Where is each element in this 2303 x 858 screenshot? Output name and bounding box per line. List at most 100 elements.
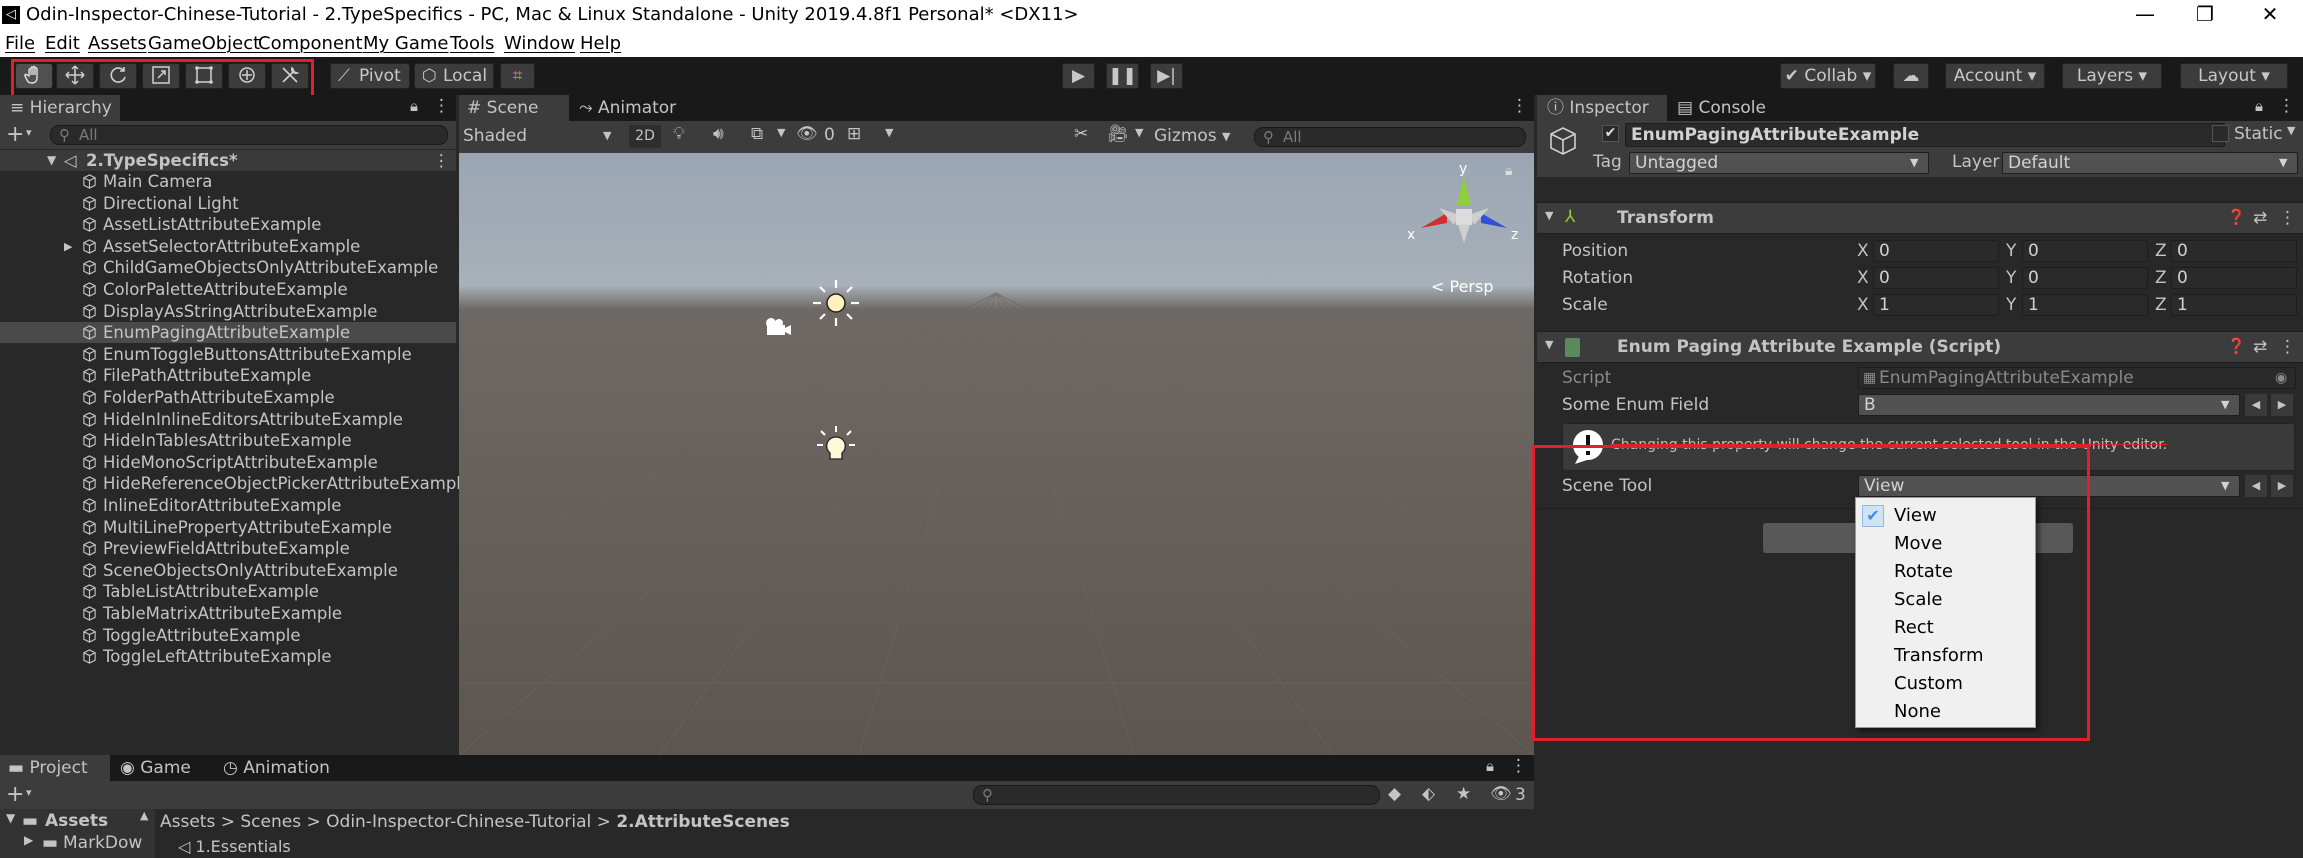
gizmos-dropdown[interactable]: Gizmos ▼ bbox=[1154, 125, 1234, 148]
foldout-arrow-icon[interactable]: ▼ bbox=[1545, 209, 1553, 222]
popup-menu-item[interactable]: Scale bbox=[1856, 586, 2035, 614]
object-picker-icon[interactable]: ◉ bbox=[2275, 368, 2287, 388]
pause-button[interactable]: ❚❚ bbox=[1106, 63, 1139, 89]
audio-icon[interactable]: 🔊︎ bbox=[713, 124, 724, 144]
hierarchy-item[interactable]: ToggleAttributeExample bbox=[0, 625, 456, 646]
breadcrumb-tutorial[interactable]: Odin-Inspector-Chinese-Tutorial bbox=[326, 812, 591, 832]
menu-my-game[interactable]: My Game bbox=[363, 33, 449, 54]
layer-dropdown[interactable]: Default ▼ bbox=[2002, 152, 2298, 174]
hierarchy-item[interactable]: EnumToggleButtonsAttributeExample bbox=[0, 344, 456, 365]
enum-field-dropdown[interactable]: B ▼ bbox=[1858, 394, 2240, 416]
tab-animator[interactable]: ⤳ Animator bbox=[571, 95, 701, 121]
breadcrumb-assets[interactable]: Assets bbox=[160, 812, 215, 832]
menu-assets[interactable]: Assets bbox=[88, 33, 147, 54]
breadcrumb-attribute-scenes[interactable]: 2.AttributeScenes bbox=[616, 812, 789, 832]
camera-gizmo-icon[interactable] bbox=[761, 315, 793, 339]
kebab-menu-icon[interactable]: ⋮ bbox=[433, 96, 450, 116]
markdown-folder-row[interactable]: ▶ ▬ MarkDow bbox=[0, 833, 155, 853]
hierarchy-item[interactable]: ToggleLeftAttributeExample bbox=[0, 646, 456, 667]
script-help-icon[interactable]: ❓ bbox=[2227, 337, 2246, 355]
script-component-menu-icon[interactable]: ⋮ bbox=[2279, 337, 2296, 357]
hierarchy-item[interactable]: AssetListAttributeExample bbox=[0, 214, 456, 235]
menu-file[interactable]: File bbox=[5, 33, 35, 54]
tab-scene[interactable]: # Scene bbox=[459, 95, 569, 121]
add-plus-icon[interactable]: + bbox=[6, 122, 24, 147]
orientation-gizmo[interactable]: y x z bbox=[1399, 161, 1529, 273]
grid-dropdown-icon[interactable]: ▼ bbox=[885, 126, 893, 139]
popup-menu-item[interactable]: Rotate bbox=[1856, 558, 2035, 586]
favorite-star-icon[interactable]: ★ bbox=[1456, 784, 1471, 804]
breadcrumb-scenes[interactable]: Scenes bbox=[240, 812, 301, 832]
hierarchy-item[interactable]: PreviewFieldAttributeExample bbox=[0, 538, 456, 559]
filter-type-icon[interactable]: ◆ bbox=[1388, 784, 1401, 804]
tab-game[interactable]: ◉ Game bbox=[112, 755, 207, 781]
hierarchy-item[interactable]: TableMatrixAttributeExample bbox=[0, 603, 456, 624]
tools-crossed-icon[interactable]: ✂ bbox=[1074, 124, 1088, 144]
hierarchy-item[interactable]: FilePathAttributeExample bbox=[0, 365, 456, 386]
markdown-expand-arrow[interactable]: ▶ bbox=[24, 833, 33, 847]
enum-next-button[interactable]: ▶ bbox=[2271, 394, 2293, 416]
hierarchy-item[interactable]: DisplayAsStringAttributeExample bbox=[0, 301, 456, 322]
popup-menu-item[interactable]: Custom bbox=[1856, 670, 2035, 698]
popup-menu-item[interactable]: Move bbox=[1856, 530, 2035, 558]
hierarchy-item[interactable]: ▶ AssetSelectorAttributeExample bbox=[0, 236, 456, 257]
tab-animation[interactable]: ◷ Animation bbox=[215, 755, 335, 781]
hierarchy-item[interactable]: Main Camera bbox=[0, 171, 456, 192]
account-dropdown[interactable]: Account ▾ bbox=[1945, 63, 2045, 89]
static-checkbox[interactable] bbox=[2212, 125, 2229, 142]
project-search-input[interactable]: ⚲ bbox=[973, 785, 1380, 805]
collab-dropdown[interactable]: ✔ Collab ▾ bbox=[1780, 63, 1876, 89]
transform-scale-y-field[interactable]: 1 bbox=[2022, 294, 2148, 316]
2d-toggle-button[interactable]: 2D bbox=[629, 125, 661, 148]
popup-menu-item[interactable]: None bbox=[1856, 698, 2035, 726]
directional-light-sun-icon[interactable] bbox=[811, 278, 861, 328]
tab-project[interactable]: ▬ Project bbox=[0, 755, 110, 781]
transform-position-y-field[interactable]: 0 bbox=[2022, 240, 2148, 262]
hierarchy-search-input[interactable]: ⚲ All bbox=[50, 125, 448, 145]
pivot-toggle-button[interactable]: ⟋ Pivot bbox=[330, 63, 410, 89]
transform-scale-z-field[interactable]: 1 bbox=[2171, 294, 2297, 316]
lighting-bulb-icon[interactable]: 💡︎ bbox=[673, 124, 685, 144]
rotate-tool-button[interactable] bbox=[99, 63, 137, 89]
hidden-objects-icon[interactable]: 👁︎ bbox=[796, 124, 818, 144]
minimize-button[interactable]: — bbox=[2120, 0, 2170, 31]
layout-dropdown[interactable]: Layout ▾ bbox=[2180, 63, 2288, 89]
project-add-dropdown-icon[interactable]: ▾ bbox=[26, 786, 32, 799]
rect-tool-button[interactable] bbox=[185, 63, 223, 89]
camera-dropdown-icon[interactable]: ▼ bbox=[1135, 126, 1143, 139]
hierarchy-item[interactable]: SceneObjectsOnlyAttributeExample bbox=[0, 560, 456, 581]
menu-gameobject[interactable]: GameObject bbox=[148, 33, 260, 54]
hierarchy-item[interactable]: FolderPathAttributeExample bbox=[0, 387, 456, 408]
help-icon[interactable]: ❓ bbox=[2227, 208, 2246, 226]
local-toggle-button[interactable]: ⬡ Local bbox=[414, 63, 494, 89]
grid-snap-button[interactable]: ⌗ bbox=[500, 63, 535, 89]
hierarchy-item[interactable]: InlineEditorAttributeExample bbox=[0, 495, 456, 516]
hierarchy-item[interactable]: TableListAttributeExample bbox=[0, 581, 456, 602]
transform-rotation-x-field[interactable]: 0 bbox=[1873, 267, 1999, 289]
transform-rotation-y-field[interactable]: 0 bbox=[2022, 267, 2148, 289]
scale-tool-button[interactable] bbox=[142, 63, 180, 89]
hand-tool-button[interactable] bbox=[15, 63, 53, 89]
hierarchy-item[interactable]: ChildGameObjectsOnlyAttributeExample bbox=[0, 257, 456, 278]
move-tool-button[interactable] bbox=[56, 63, 94, 89]
script-foldout-arrow-icon[interactable]: ▼ bbox=[1545, 338, 1553, 351]
scene-tool-dropdown[interactable]: View ▼ bbox=[1858, 475, 2240, 497]
popup-menu-item[interactable]: Rect bbox=[1856, 614, 2035, 642]
transform-position-x-field[interactable]: 0 bbox=[1873, 240, 1999, 262]
scene-root-row[interactable]: ▼ ◁ 2.TypeSpecifics* ⋮ bbox=[0, 150, 456, 171]
hierarchy-item[interactable]: Directional Light bbox=[0, 193, 456, 214]
inspector-lock-icon[interactable]: 🔒︎ bbox=[2255, 97, 2263, 115]
script-reference-field[interactable]: ▦ EnumPagingAttributeExample ◉ bbox=[1858, 367, 2296, 389]
step-button[interactable]: ▶| bbox=[1150, 63, 1183, 89]
filter-label-icon[interactable]: ⬖ bbox=[1422, 784, 1435, 804]
hidden-packages-icon[interactable]: 👁︎ bbox=[1490, 784, 1512, 804]
hierarchy-item[interactable]: HideInTablesAttributeExample bbox=[0, 430, 456, 451]
hierarchy-item[interactable]: MultiLinePropertyAttributeExample bbox=[0, 517, 456, 538]
component-menu-icon[interactable]: ⋮ bbox=[2279, 208, 2296, 228]
inspector-kebab-icon[interactable]: ⋮ bbox=[2278, 96, 2295, 116]
hierarchy-item[interactable]: HideReferenceObjectPickerAttributeExampl… bbox=[0, 473, 471, 494]
expand-arrow-icon[interactable]: ▼ bbox=[47, 150, 56, 171]
tab-inspector[interactable]: ⓘ Inspector bbox=[1537, 95, 1667, 121]
light-bulb-gizmo-icon[interactable] bbox=[811, 425, 861, 475]
script-component-header[interactable]: ▼ Enum Paging Attribute Example (Script)… bbox=[1537, 331, 2303, 363]
